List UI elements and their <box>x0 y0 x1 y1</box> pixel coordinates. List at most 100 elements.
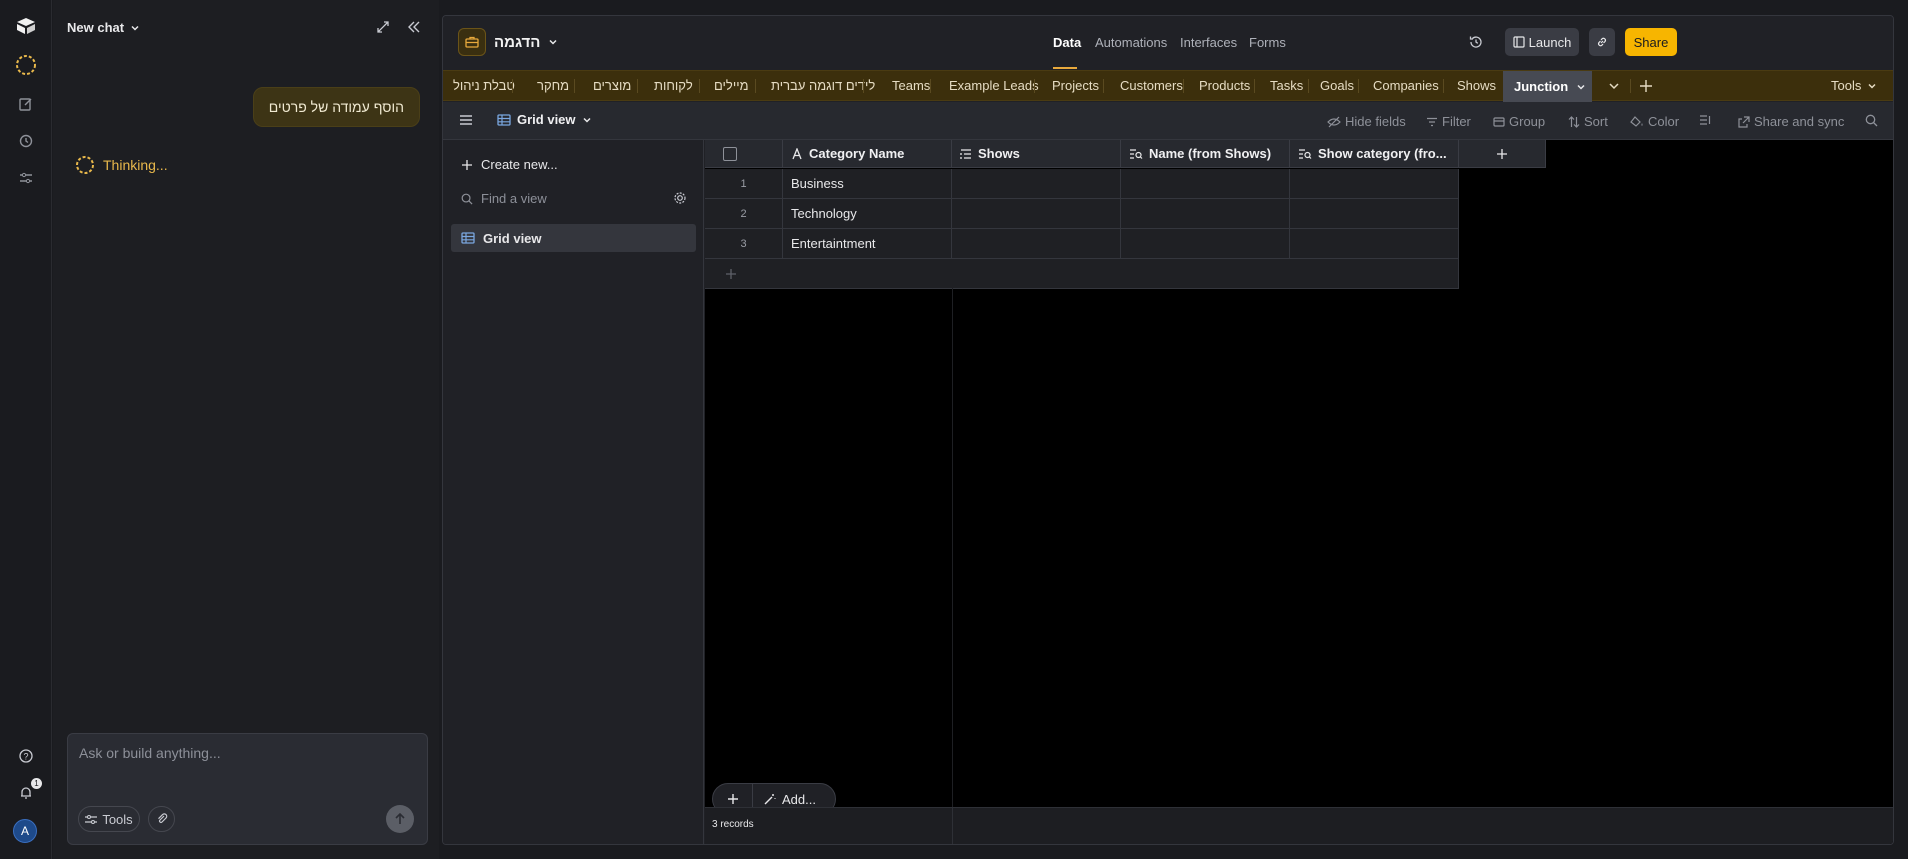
settings-sliders-icon[interactable] <box>15 167 37 189</box>
cell-show-category[interactable] <box>1290 169 1459 199</box>
column-header-show-category[interactable]: Show category (fro... <box>1290 140 1459 168</box>
tab-table[interactable]: Projects <box>1052 78 1099 93</box>
tab-divider <box>1034 79 1035 93</box>
add-row[interactable] <box>705 259 1459 289</box>
cell-name-from-shows[interactable] <box>1121 169 1290 199</box>
tab-table[interactable]: Teams <box>892 78 930 93</box>
lookup-icon <box>1130 148 1143 159</box>
tab-divider <box>512 79 513 93</box>
cell-shows[interactable] <box>952 229 1121 259</box>
tools-label: Tools <box>102 811 133 827</box>
row-number: 2 <box>705 199 783 229</box>
column-header-shows[interactable]: Shows <box>952 140 1121 168</box>
chat-title[interactable]: New chat <box>67 20 140 35</box>
search-button[interactable] <box>1865 114 1878 127</box>
avatar[interactable]: A <box>13 819 37 843</box>
column-header-label: Category Name <box>809 146 905 161</box>
color-button[interactable]: Color <box>1630 114 1679 129</box>
nav-interfaces[interactable]: Interfaces <box>1180 35 1237 50</box>
tab-table[interactable]: Shows <box>1457 78 1496 93</box>
plus-icon <box>727 794 738 804</box>
cell-category-name[interactable]: Entertaintment <box>783 229 952 259</box>
tab-table[interactable]: Customers <box>1120 78 1183 93</box>
cell-category-name[interactable]: Business <box>783 169 952 199</box>
tab-table[interactable]: Tasks <box>1270 78 1303 93</box>
column-header-category-name[interactable]: Category Name <box>783 140 952 168</box>
attach-button[interactable] <box>148 806 175 832</box>
tab-junction[interactable]: Junction <box>1503 71 1592 102</box>
cell-name-from-shows[interactable] <box>1121 229 1290 259</box>
share-button[interactable]: Share <box>1625 28 1677 56</box>
nav-data[interactable]: Data <box>1053 35 1081 50</box>
tab-divider <box>863 79 864 93</box>
tab-divider <box>1630 79 1631 93</box>
cell-shows[interactable] <box>952 199 1121 229</box>
select-all-checkbox[interactable] <box>723 146 737 161</box>
column-header-label: Shows <box>978 146 1020 161</box>
ai-assistant-icon[interactable] <box>15 54 37 76</box>
row-height-button[interactable] <box>1699 114 1711 126</box>
tab-table[interactable]: Goals <box>1320 78 1354 93</box>
plus-icon <box>462 159 472 170</box>
cell-show-category[interactable] <box>1290 229 1459 259</box>
tab-divider <box>574 79 575 93</box>
group-button[interactable]: Group <box>1493 114 1545 129</box>
base-app: הדגמה Data Automations Interfaces Forms … <box>442 15 1894 845</box>
ai-add-button[interactable]: Add... <box>753 792 816 807</box>
history-icon[interactable] <box>15 130 37 152</box>
tools-menu[interactable]: Tools <box>1831 78 1877 93</box>
nav-forms[interactable]: Forms <box>1249 35 1286 50</box>
tab-table[interactable]: Example Leads <box>949 78 1039 93</box>
tab-table[interactable]: טבלת ניהול <box>453 78 515 93</box>
add-table-plus-icon[interactable] <box>1639 79 1653 93</box>
expand-icon[interactable] <box>377 21 389 33</box>
text-field-icon <box>792 147 802 159</box>
view-item-grid-view[interactable]: Grid view <box>451 224 696 252</box>
filter-button[interactable]: Filter <box>1426 114 1471 129</box>
external-link-icon <box>1738 115 1750 128</box>
launch-button[interactable]: Launch <box>1505 28 1579 56</box>
collapse-panel-icon[interactable] <box>407 21 421 33</box>
data-grid: Category Name Shows Name (from Shows) Sh… <box>705 140 1893 844</box>
view-settings-gear-icon[interactable] <box>673 191 687 205</box>
new-chat-icon[interactable] <box>15 93 37 115</box>
find-view-input[interactable]: Find a view <box>461 191 547 206</box>
history-button[interactable] <box>1463 28 1489 56</box>
tab-table[interactable]: מוצרים <box>593 78 631 93</box>
tab-table[interactable]: Companies <box>1373 78 1439 93</box>
copy-link-button[interactable] <box>1589 28 1615 56</box>
hamburger-menu-icon[interactable] <box>459 114 473 126</box>
select-all-header <box>705 140 783 168</box>
add-field-button[interactable] <box>1459 140 1546 168</box>
tab-table[interactable]: לידים דוגמה עברית <box>771 78 875 93</box>
cell-name-from-shows[interactable] <box>1121 199 1290 229</box>
tools-button[interactable]: Tools <box>78 806 140 832</box>
column-header-name-from-shows[interactable]: Name (from Shows) <box>1121 140 1290 168</box>
tab-table[interactable]: Products <box>1199 78 1250 93</box>
sort-button[interactable]: Sort <box>1568 114 1608 129</box>
tab-table[interactable]: לקוחות <box>654 78 693 93</box>
help-icon[interactable]: ? <box>15 745 37 767</box>
notifications-icon[interactable]: 1 <box>15 778 42 804</box>
tab-table[interactable]: מיילים <box>714 78 749 93</box>
cell-category-name[interactable]: Technology <box>783 199 952 229</box>
view-switcher[interactable]: Grid view <box>497 112 592 127</box>
tab-divider <box>1308 79 1309 93</box>
tab-divider <box>1183 79 1184 93</box>
hide-fields-label: Hide fields <box>1345 114 1406 129</box>
send-button[interactable] <box>386 805 414 833</box>
create-new-view[interactable]: Create new... <box>461 157 558 172</box>
svg-text:?: ? <box>23 752 28 762</box>
arrow-up-icon <box>395 813 405 824</box>
sliders-icon <box>85 815 98 824</box>
share-and-sync-button[interactable]: Share and sync <box>1738 114 1844 129</box>
chat-input[interactable]: Ask or build anything... <box>79 745 221 761</box>
cell-show-category[interactable] <box>1290 199 1459 229</box>
more-tables-chevron-icon[interactable] <box>1608 81 1620 91</box>
hide-fields-button[interactable]: Hide fields <box>1327 114 1406 129</box>
tab-table[interactable]: מחקר <box>537 78 569 93</box>
nav-automations[interactable]: Automations <box>1095 35 1167 50</box>
base-title[interactable]: הדגמה <box>458 28 558 56</box>
logo-icon[interactable] <box>15 15 37 37</box>
cell-shows[interactable] <box>952 169 1121 199</box>
